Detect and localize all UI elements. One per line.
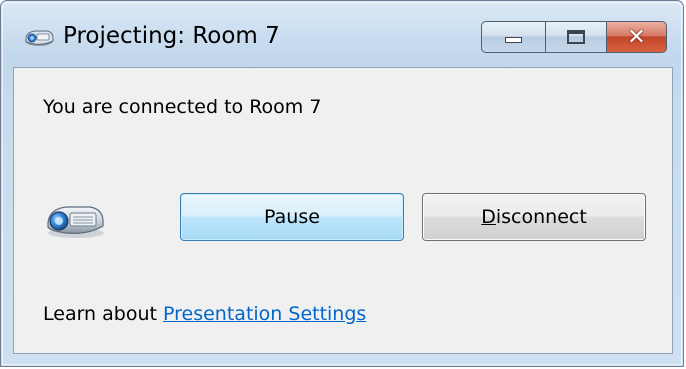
projector-icon xyxy=(47,206,104,238)
learn-about-prefix: Learn about xyxy=(43,303,164,325)
learn-about-line: Learn about Presentation Settings xyxy=(43,303,366,325)
projecting-window: Projecting: Room 7 ✕ You are connected t… xyxy=(0,0,684,367)
pause-button[interactable]: Pause xyxy=(180,193,404,241)
maximize-icon xyxy=(567,30,585,44)
disconnect-label-rest: isconnect xyxy=(495,206,587,228)
disconnect-button[interactable]: Disconnect xyxy=(422,193,646,241)
disconnect-button-label: Disconnect xyxy=(481,206,587,228)
presentation-settings-link[interactable]: Presentation Settings xyxy=(163,303,366,325)
minimize-icon xyxy=(505,37,522,43)
pause-button-label: Pause xyxy=(264,206,320,228)
maximize-button[interactable] xyxy=(545,21,607,53)
window-title: Projecting: Room 7 xyxy=(63,23,280,49)
minimize-button[interactable] xyxy=(481,21,545,53)
connection-status-text: You are connected to Room 7 xyxy=(43,96,322,118)
close-icon: ✕ xyxy=(627,24,646,50)
dialog-content: You are connected to Room 7 Pause Discon… xyxy=(13,67,673,354)
projector-small-icon xyxy=(25,30,54,46)
caption-buttons: ✕ xyxy=(481,21,667,53)
title-bar[interactable]: Projecting: Room 7 ✕ xyxy=(1,1,683,67)
disconnect-mnemonic: D xyxy=(481,206,496,228)
close-button[interactable]: ✕ xyxy=(607,21,667,53)
